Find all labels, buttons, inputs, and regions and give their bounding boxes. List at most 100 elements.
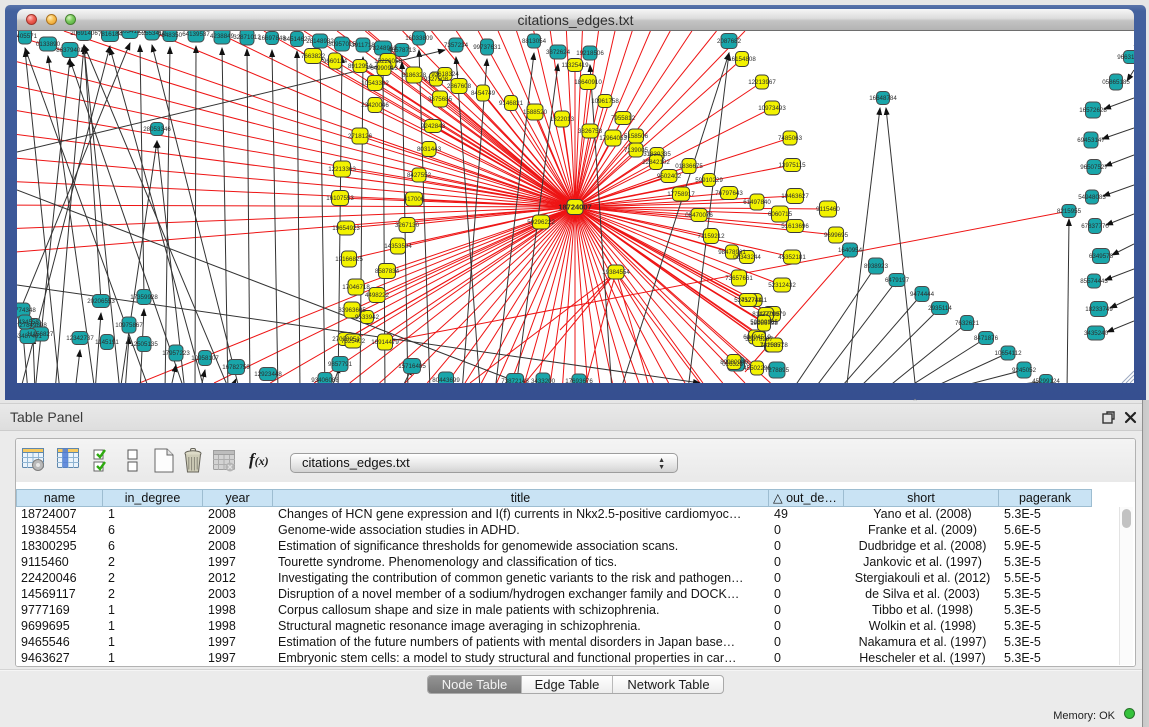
svg-text:71159212: 71159212 (697, 233, 725, 240)
svg-text:9857791: 9857791 (328, 361, 353, 368)
svg-text:1405571: 1405571 (17, 33, 38, 40)
svg-text:19654923: 19654923 (332, 225, 360, 232)
svg-text:10975867: 10975867 (115, 322, 143, 329)
svg-text:16697848: 16697848 (258, 35, 286, 42)
svg-text:12213967: 12213967 (748, 79, 776, 86)
svg-text:99737631: 99737631 (473, 44, 501, 51)
svg-text:08470076: 08470076 (685, 212, 713, 219)
svg-text:05865185: 05865185 (1102, 79, 1130, 86)
svg-text:3267130: 3267130 (395, 222, 420, 229)
svg-text:417006: 417006 (404, 196, 425, 203)
svg-text:23420046: 23420046 (361, 102, 389, 109)
svg-text:9115460: 9115460 (816, 206, 840, 213)
svg-text:11325419: 11325419 (561, 62, 589, 69)
svg-text:61497840: 61497840 (743, 199, 771, 206)
svg-text:52312432: 52312432 (768, 282, 796, 289)
svg-text:19986798: 19986798 (750, 320, 778, 327)
svg-text:32871012: 32871012 (233, 34, 261, 41)
svg-text:67837770: 67837770 (1081, 223, 1109, 230)
svg-text:3433200: 3433200 (531, 378, 556, 383)
svg-text:59296222: 59296222 (527, 219, 555, 226)
svg-text:69453147: 69453147 (1077, 137, 1105, 144)
svg-text:16914479: 16914479 (371, 339, 399, 346)
svg-text:76797643: 76797643 (715, 190, 743, 197)
svg-text:2718126: 2718126 (348, 133, 373, 140)
svg-text:7485063: 7485063 (778, 135, 803, 142)
svg-text:16033809: 16033809 (405, 35, 433, 42)
svg-text:59910229: 59910229 (695, 177, 723, 184)
svg-text:7663822: 7663822 (301, 53, 326, 60)
svg-text:28053346: 28053346 (143, 126, 171, 133)
svg-text:16154808: 16154808 (728, 56, 756, 63)
svg-text:3872624: 3872624 (546, 49, 571, 56)
svg-text:9242843: 9242843 (421, 123, 446, 130)
svg-text:00343244: 00343244 (733, 254, 761, 261)
svg-text:10958107: 10958107 (191, 355, 219, 362)
svg-text:8427552: 8427552 (407, 172, 432, 179)
svg-text:8938923: 8938923 (864, 263, 889, 270)
svg-text:10961758: 10961758 (591, 98, 619, 105)
svg-text:9533942: 9533942 (355, 314, 380, 321)
svg-text:8454749: 8454749 (471, 90, 496, 97)
svg-text:73872148: 73872148 (501, 378, 529, 383)
svg-text:64139537: 64139537 (182, 31, 210, 38)
svg-text:6479197: 6479197 (885, 277, 910, 284)
svg-text:6060715: 6060715 (768, 211, 793, 218)
svg-text:51613696: 51613696 (781, 223, 809, 230)
svg-text:7648350: 7648350 (158, 32, 183, 39)
svg-text:9146821: 9146821 (499, 100, 524, 107)
svg-text:01836675: 01836675 (675, 163, 703, 170)
svg-text:16648784: 16648784 (869, 95, 897, 102)
svg-text:72774348: 72774348 (17, 307, 36, 314)
svg-text:8587834: 8587834 (375, 268, 400, 275)
svg-text:9660124: 9660124 (323, 58, 348, 65)
svg-text:3435240: 3435240 (1084, 330, 1109, 337)
svg-text:8813054: 8813054 (522, 38, 547, 45)
svg-text:3826758: 3826758 (578, 128, 603, 135)
svg-text:7625402: 7625402 (341, 338, 366, 345)
svg-text:33963605: 33963605 (338, 307, 366, 314)
svg-text:9502402: 9502402 (657, 173, 682, 180)
svg-text:8912954: 8912954 (348, 63, 373, 70)
svg-text:19463627: 19463627 (781, 193, 809, 200)
svg-text:12342737: 12342737 (66, 335, 94, 342)
svg-text:18724007: 18724007 (558, 203, 591, 212)
svg-text:1640954: 1640954 (838, 247, 863, 254)
svg-text:85574443: 85574443 (1080, 278, 1108, 285)
svg-text:64990913: 64990913 (370, 65, 398, 72)
svg-text:93618324: 93618324 (431, 71, 459, 78)
svg-text:14353594: 14353594 (384, 243, 412, 250)
svg-text:4238849: 4238849 (210, 33, 235, 40)
svg-text:8471876: 8471876 (974, 335, 999, 342)
svg-text:18640910: 18640910 (574, 79, 602, 86)
svg-text:4498222: 4498222 (365, 292, 390, 299)
svg-text:1145191: 1145191 (95, 339, 119, 346)
svg-text:17758917: 17758917 (667, 191, 695, 198)
svg-text:86379402: 86379402 (56, 47, 84, 54)
svg-text:1588520: 1588520 (523, 109, 548, 116)
svg-text:9245052: 9245052 (1012, 367, 1037, 374)
svg-text:96507527: 96507527 (1080, 164, 1108, 171)
svg-text:16572628: 16572628 (1079, 107, 1107, 114)
svg-text:12505135: 12505135 (130, 341, 158, 348)
svg-text:3875685: 3875685 (428, 96, 453, 103)
svg-text:96631931: 96631931 (1117, 54, 1134, 61)
svg-text:52717744: 52717744 (734, 297, 762, 304)
svg-text:7357234: 7357234 (444, 42, 469, 49)
svg-text:5158506: 5158506 (624, 133, 649, 140)
svg-text:19166825: 19166825 (335, 256, 363, 263)
svg-text:18233749: 18233749 (1085, 306, 1113, 313)
svg-text:20691406: 20691406 (70, 31, 98, 37)
svg-text:10543382: 10543382 (361, 80, 389, 87)
svg-text:7955812: 7955812 (611, 115, 636, 122)
svg-text:13975115: 13975115 (778, 162, 806, 169)
svg-text:16782759: 16782759 (222, 364, 250, 371)
svg-text:17693676: 17693676 (565, 378, 593, 383)
svg-text:80443699: 80443699 (432, 377, 460, 383)
svg-text:2867608: 2867608 (447, 83, 472, 90)
svg-text:1322013: 1322013 (550, 116, 575, 123)
svg-text:8215955: 8215955 (1057, 208, 1082, 215)
svg-text:15226058: 15226058 (374, 58, 402, 65)
svg-text:53487401: 53487401 (17, 333, 42, 340)
svg-text:8031443: 8031443 (417, 146, 442, 153)
